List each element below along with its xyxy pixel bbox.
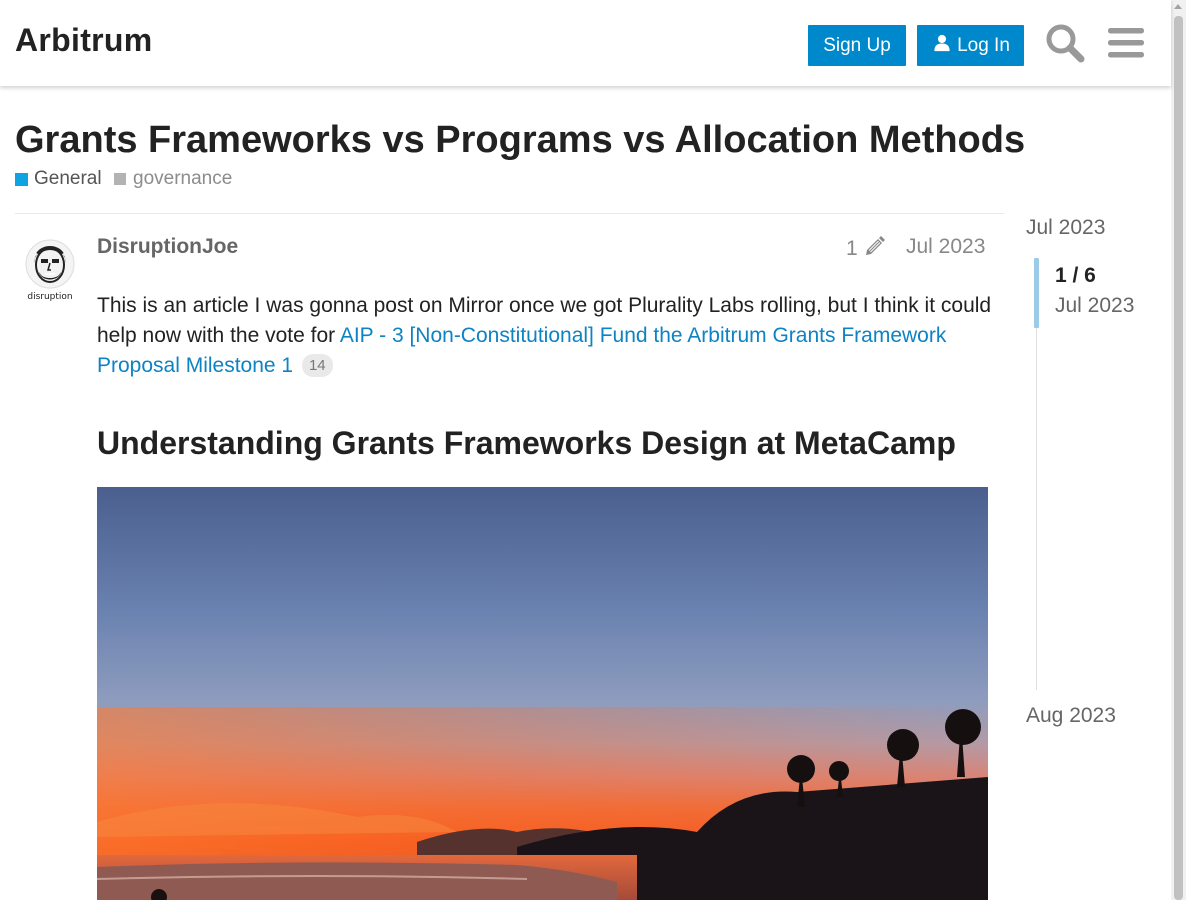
timeline-position: 1 / 6	[1055, 264, 1096, 287]
category-badge[interactable]: General	[15, 168, 102, 190]
post-body: This is an article I was gonna post on M…	[97, 291, 992, 381]
topic-divider	[15, 213, 1004, 214]
category-color-square	[15, 172, 28, 186]
site-title[interactable]: Arbitrum	[15, 22, 153, 59]
log-in-button[interactable]: Log In	[917, 25, 1024, 66]
user-icon	[933, 34, 951, 58]
edit-count: 1	[846, 237, 858, 260]
pencil-icon	[864, 235, 886, 263]
tag-badge[interactable]: governance	[114, 168, 232, 190]
log-in-label: Log In	[957, 34, 1010, 56]
topic-title[interactable]: Grants Frameworks vs Programs vs Allocat…	[15, 119, 1025, 162]
site-header: Arbitrum Sign Up Log In	[0, 0, 1171, 86]
vertical-scrollbar[interactable]	[1171, 0, 1186, 900]
sunset-beach-image[interactable]	[97, 487, 988, 900]
post-date[interactable]: Jul 2023	[906, 235, 985, 259]
post-username[interactable]: DisruptionJoe	[97, 235, 238, 259]
hamburger-menu-icon[interactable]	[1105, 22, 1147, 64]
search-icon[interactable]	[1044, 22, 1086, 64]
avatar[interactable]: disruption	[25, 235, 75, 307]
scrollbar-thumb[interactable]	[1174, 16, 1183, 900]
link-click-count: 14	[301, 354, 333, 377]
category-label: General	[34, 168, 102, 189]
sign-up-button[interactable]: Sign Up	[808, 25, 906, 66]
timeline-start-date[interactable]: Jul 2023	[1026, 216, 1105, 240]
tag-label: governance	[133, 168, 233, 189]
scroll-up-arrow-icon[interactable]	[1174, 4, 1182, 9]
edit-history-button[interactable]: 1	[846, 235, 886, 263]
timeline-handle[interactable]	[1034, 258, 1039, 328]
post-heading: Understanding Grants Frameworks Design a…	[97, 425, 956, 461]
tag-square-icon	[114, 173, 126, 185]
timeline-end-date[interactable]: Aug 2023	[1026, 704, 1116, 728]
sign-up-label: Sign Up	[823, 34, 891, 56]
timeline-position-date: Jul 2023	[1055, 294, 1135, 317]
avatar-text: disruption	[27, 292, 72, 302]
